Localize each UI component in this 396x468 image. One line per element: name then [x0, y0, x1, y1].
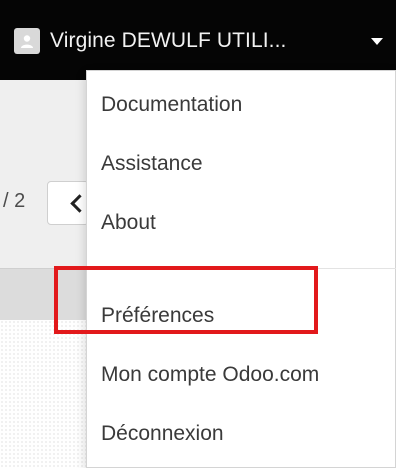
user-avatar-icon: [14, 28, 40, 54]
menu-item-documentation[interactable]: Documentation: [101, 93, 242, 117]
pager-value: / 2: [3, 190, 26, 212]
pager-previous-button[interactable]: [47, 181, 89, 225]
user-name[interactable]: Virgine DEWULF UTILI...: [50, 29, 286, 53]
menu-item-assistance[interactable]: Assistance: [101, 152, 203, 176]
control-panel: [0, 80, 90, 270]
menu-item-about[interactable]: About: [101, 211, 156, 235]
top-navbar: Virgine DEWULF UTILI...: [0, 0, 396, 80]
menu-item-odoo-account[interactable]: Mon compte Odoo.com: [101, 363, 319, 387]
highlight-box: [54, 266, 318, 334]
caret-down-icon[interactable]: [371, 38, 383, 45]
user-menu-toggle[interactable]: Virgine DEWULF UTILI...: [14, 25, 286, 57]
list-body: [0, 320, 90, 468]
menu-item-logout[interactable]: Déconnexion: [101, 422, 224, 446]
